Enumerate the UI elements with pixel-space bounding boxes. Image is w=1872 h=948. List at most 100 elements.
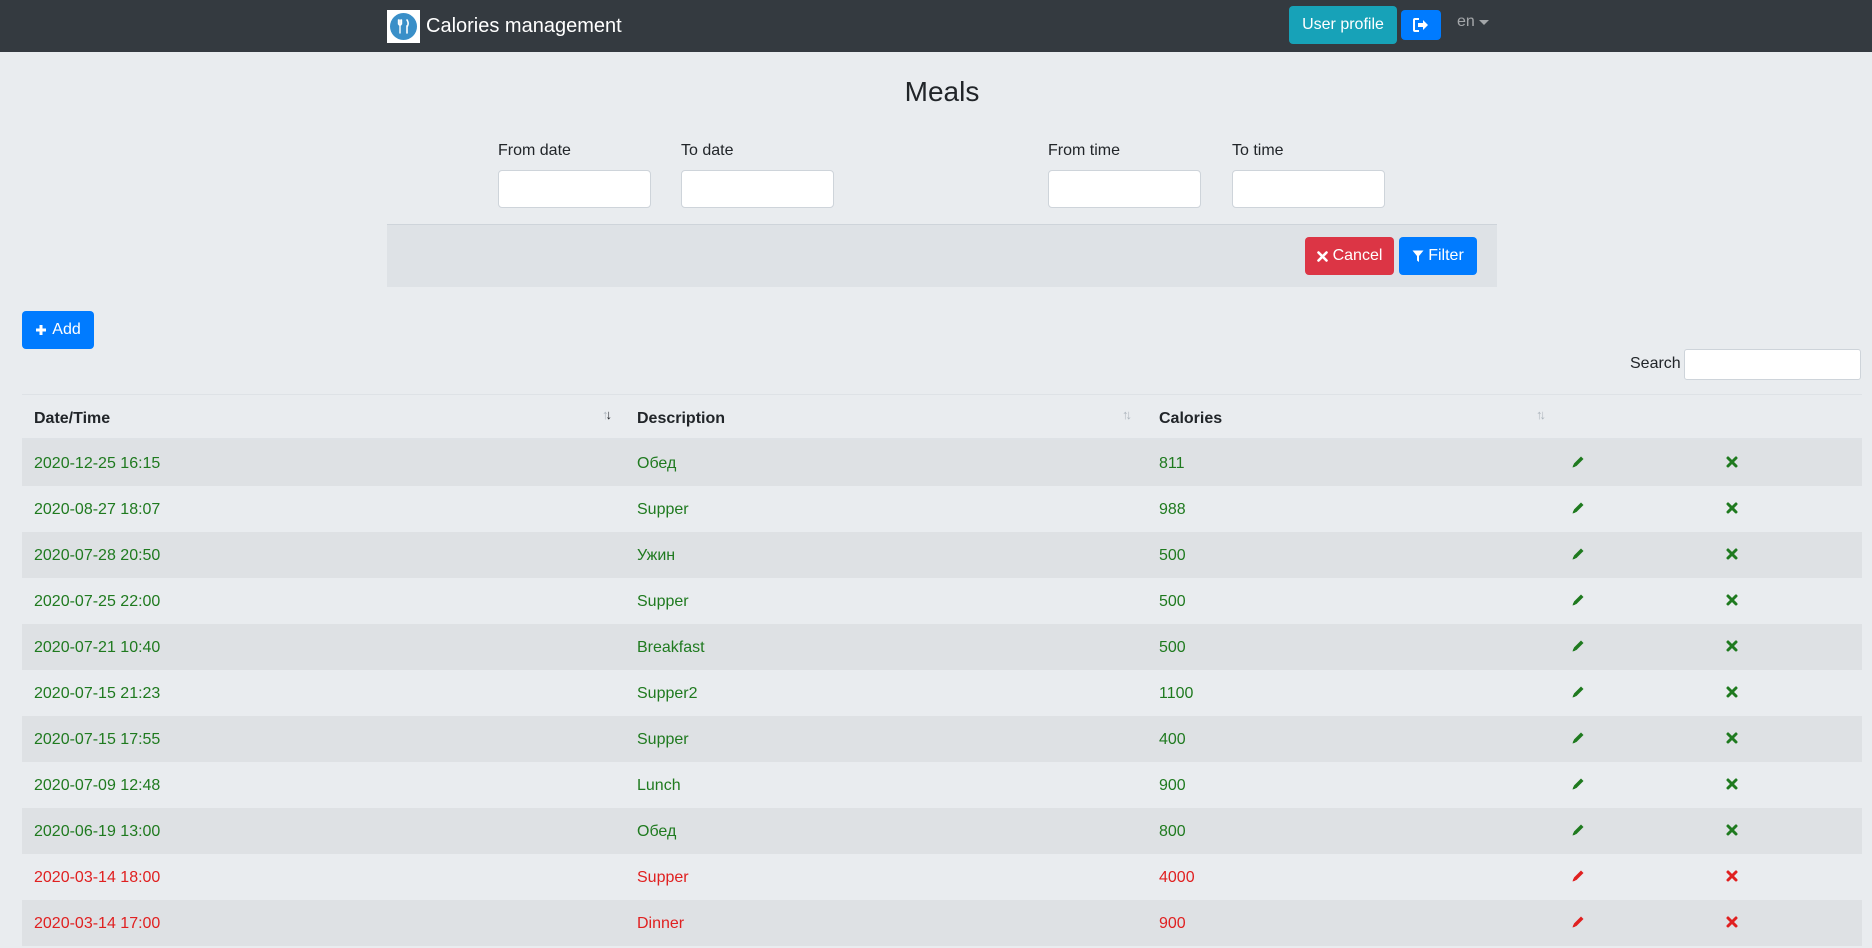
- meal-description: Supper: [637, 501, 689, 518]
- meal-datetime: 2020-12-25 16:15: [34, 455, 161, 472]
- times-icon[interactable]: [1724, 914, 1740, 930]
- times-icon[interactable]: [1724, 638, 1740, 654]
- pencil-icon[interactable]: [1570, 454, 1586, 470]
- meal-description: Breakfast: [637, 639, 705, 656]
- add-meal-button[interactable]: Add: [22, 311, 94, 349]
- sort-desc-icon[interactable]: ↑↓: [602, 407, 612, 422]
- add-label: Add: [52, 321, 81, 338]
- table-row: 2020-03-14 17:00 Dinner 900: [22, 900, 1862, 946]
- meal-datetime: 2020-07-09 12:48: [34, 777, 161, 794]
- meal-calories: 900: [1159, 777, 1186, 794]
- navbar: Calories management User profile en: [0, 0, 1872, 52]
- table-row: 2020-07-28 20:50 Ужин 500: [22, 532, 1862, 578]
- column-header-calories[interactable]: Calories: [1159, 410, 1222, 428]
- times-icon: [1316, 250, 1328, 262]
- user-profile-button[interactable]: User profile: [1289, 6, 1397, 44]
- pencil-icon[interactable]: [1570, 546, 1586, 562]
- meal-calories: 800: [1159, 823, 1186, 840]
- brand-title: Calories management: [426, 14, 622, 37]
- times-icon[interactable]: [1724, 592, 1740, 608]
- pencil-icon[interactable]: [1570, 638, 1586, 654]
- meal-calories: 500: [1159, 593, 1186, 610]
- times-icon[interactable]: [1724, 822, 1740, 838]
- language-label: en: [1457, 13, 1475, 30]
- app-logo: [387, 9, 420, 43]
- sort-icon[interactable]: ↑↓: [1536, 407, 1546, 422]
- cancel-label: Cancel: [1332, 247, 1383, 264]
- meal-datetime: 2020-06-19 13:00: [34, 823, 161, 840]
- times-icon[interactable]: [1724, 868, 1740, 884]
- cancel-button[interactable]: Cancel: [1305, 237, 1394, 275]
- pencil-icon[interactable]: [1570, 914, 1586, 930]
- meal-description: Supper: [637, 593, 689, 610]
- table-row: 2020-07-21 10:40 Breakfast 500: [22, 624, 1862, 670]
- pencil-icon[interactable]: [1570, 592, 1586, 608]
- to-date-input[interactable]: [681, 170, 834, 208]
- sort-icon[interactable]: ↑↓: [1122, 407, 1132, 422]
- meal-calories: 500: [1159, 639, 1186, 656]
- meal-description: Обед: [637, 823, 677, 840]
- page-title: Meals: [904, 76, 980, 107]
- column-header-description[interactable]: Description: [637, 410, 725, 428]
- times-icon[interactable]: [1724, 730, 1740, 746]
- brand[interactable]: Calories management: [387, 9, 622, 43]
- table-row: 2020-12-25 16:15 Обед 811: [22, 440, 1862, 486]
- pencil-icon[interactable]: [1570, 500, 1586, 516]
- meal-description: Обед: [637, 455, 677, 472]
- times-icon[interactable]: [1724, 454, 1740, 470]
- times-icon[interactable]: [1724, 546, 1740, 562]
- meal-datetime: 2020-07-21 10:40: [34, 639, 161, 656]
- filter-button[interactable]: Filter: [1399, 237, 1477, 275]
- from-time-input[interactable]: [1048, 170, 1201, 208]
- table-header: Date/Time ↑↓ Description ↑↓ Calories ↑↓: [22, 394, 1862, 440]
- meal-calories: 988: [1159, 501, 1186, 518]
- chevron-down-icon: [1478, 19, 1489, 25]
- table-row: 2020-06-19 13:00 Обед 800: [22, 808, 1862, 854]
- times-icon[interactable]: [1724, 500, 1740, 516]
- meal-calories: 500: [1159, 547, 1186, 564]
- table-row: 2020-07-25 22:00 Supper 500: [22, 578, 1862, 624]
- from-date-input[interactable]: [498, 170, 651, 208]
- pencil-icon[interactable]: [1570, 822, 1586, 838]
- meal-description: Supper: [637, 869, 689, 886]
- meal-calories: 1100: [1159, 685, 1194, 702]
- table-row: 2020-03-14 18:00 Supper 4000: [22, 854, 1862, 900]
- times-icon[interactable]: [1724, 776, 1740, 792]
- to-date-label: To date: [681, 142, 734, 159]
- search-label: Search: [1630, 355, 1681, 372]
- filter-icon: [1412, 250, 1424, 262]
- from-date-label: From date: [498, 142, 571, 159]
- meal-calories: 900: [1159, 915, 1186, 932]
- meal-description: Supper2: [637, 685, 698, 702]
- meals-table: Date/Time ↑↓ Description ↑↓ Calories ↑↓ …: [22, 394, 1862, 946]
- sign-out-icon: [1413, 18, 1428, 32]
- meal-description: Dinner: [637, 915, 685, 932]
- meal-description: Lunch: [637, 777, 681, 794]
- language-dropdown[interactable]: en: [1457, 13, 1489, 31]
- table-row: 2020-08-27 18:07 Supper 988: [22, 486, 1862, 532]
- pencil-icon[interactable]: [1570, 776, 1586, 792]
- pencil-icon[interactable]: [1570, 684, 1586, 700]
- table-row: 2020-07-09 12:48 Lunch 900: [22, 762, 1862, 808]
- meal-calories: 4000: [1159, 869, 1195, 886]
- meal-calories: 811: [1159, 455, 1185, 472]
- meal-description: Supper: [637, 731, 689, 748]
- meal-calories: 400: [1159, 731, 1186, 748]
- times-icon[interactable]: [1724, 684, 1740, 700]
- logout-button[interactable]: [1401, 10, 1441, 40]
- meal-description: Ужин: [637, 547, 676, 564]
- meal-datetime: 2020-08-27 18:07: [34, 501, 161, 518]
- pencil-icon[interactable]: [1570, 730, 1586, 746]
- to-time-input[interactable]: [1232, 170, 1385, 208]
- meal-datetime: 2020-07-28 20:50: [34, 547, 161, 564]
- meal-datetime: 2020-07-25 22:00: [34, 593, 161, 610]
- meal-datetime: 2020-07-15 21:23: [34, 685, 161, 702]
- column-header-datetime[interactable]: Date/Time: [34, 410, 110, 428]
- table-body: 2020-12-25 16:15 Обед 811 2020-08-27 18:07 S…: [22, 440, 1862, 946]
- table-row: 2020-07-15 21:23 Supper2 1100: [22, 670, 1862, 716]
- pencil-icon[interactable]: [1570, 868, 1586, 884]
- meal-datetime: 2020-03-14 18:00: [34, 869, 161, 886]
- search-input[interactable]: [1684, 349, 1861, 380]
- table-row: 2020-07-15 17:55 Supper 400: [22, 716, 1862, 762]
- plus-icon: [36, 325, 47, 335]
